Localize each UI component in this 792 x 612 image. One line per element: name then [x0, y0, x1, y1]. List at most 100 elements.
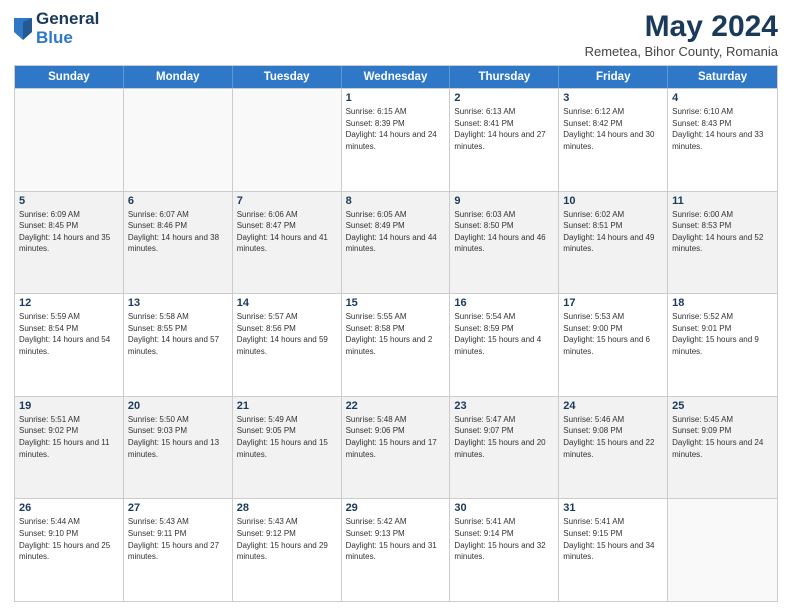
cal-cell-r2-c6: 18 Sunrise: 5:52 AMSunset: 9:01 PMDayligh…	[668, 294, 777, 396]
logo-general: General	[36, 10, 99, 29]
cal-cell-r3-c3: 22 Sunrise: 5:48 AMSunset: 9:06 PMDayligh…	[342, 397, 451, 499]
cal-cell-r1-c2: 7 Sunrise: 6:06 AMSunset: 8:47 PMDaylight…	[233, 192, 342, 294]
cal-cell-r3-c2: 21Sunrise: 5:49 AMSunset: 9:05 PMDayligh…	[233, 397, 342, 499]
day-number: 27	[128, 502, 228, 514]
cal-cell-r3-c4: 23 Sunrise: 5:47 AMSunset: 9:07 PMDayligh…	[450, 397, 559, 499]
day-number: 15	[346, 297, 446, 309]
cal-cell-r0-c2	[233, 89, 342, 191]
day-detail: Sunrise: 5:47 AMSunset: 9:07 PMDaylight:…	[454, 414, 554, 460]
day-number: 11	[672, 195, 773, 207]
header-cell-saturday: Saturday	[668, 66, 777, 88]
header-cell-wednesday: Wednesday	[342, 66, 451, 88]
day-number: 8	[346, 195, 446, 207]
day-number: 22	[346, 400, 446, 412]
day-number: 5	[19, 195, 119, 207]
cal-cell-r4-c6	[668, 499, 777, 601]
cal-cell-r2-c4: 16 Sunrise: 5:54 AMSunset: 8:59 PMDayligh…	[450, 294, 559, 396]
day-detail: Sunrise: 5:50 AMSunset: 9:03 PMDaylight:…	[128, 414, 228, 460]
cal-cell-r4-c2: 28 Sunrise: 5:43 AMSunset: 9:12 PMDayligh…	[233, 499, 342, 601]
day-number: 30	[454, 502, 554, 514]
logo: General Blue	[14, 10, 99, 47]
cal-cell-r3-c6: 25 Sunrise: 5:45 AMSunset: 9:09 PMDayligh…	[668, 397, 777, 499]
logo-text: General Blue	[36, 10, 99, 47]
calendar-header-row: SundayMondayTuesdayWednesdayThursdayFrid…	[15, 66, 777, 88]
day-number: 2	[454, 92, 554, 104]
header-cell-sunday: Sunday	[15, 66, 124, 88]
day-number: 28	[237, 502, 337, 514]
cal-cell-r4-c5: 31 Sunrise: 5:41 AMSunset: 9:15 PMDayligh…	[559, 499, 668, 601]
day-detail: Sunrise: 6:09 AMSunset: 8:45 PMDaylight:…	[19, 209, 119, 255]
logo-icon	[14, 18, 32, 40]
cal-cell-r0-c4: 2 Sunrise: 6:13 AMSunset: 8:41 PMDaylight…	[450, 89, 559, 191]
day-number: 31	[563, 502, 663, 514]
cal-row-3: 19 Sunrise: 5:51 AMSunset: 9:02 PMDayligh…	[15, 396, 777, 499]
day-number: 26	[19, 502, 119, 514]
cal-cell-r2-c3: 15Sunrise: 5:55 AMSunset: 8:58 PMDayligh…	[342, 294, 451, 396]
day-detail: Sunrise: 6:00 AMSunset: 8:53 PMDaylight:…	[672, 209, 773, 255]
cal-cell-r0-c3: 1 Sunrise: 6:15 AMSunset: 8:39 PMDaylight…	[342, 89, 451, 191]
day-detail: Sunrise: 5:52 AMSunset: 9:01 PMDaylight:…	[672, 311, 773, 357]
title-month: May 2024	[585, 10, 778, 44]
day-detail: Sunrise: 5:54 AMSunset: 8:59 PMDaylight:…	[454, 311, 554, 357]
day-number: 16	[454, 297, 554, 309]
day-number: 18	[672, 297, 773, 309]
cal-cell-r4-c1: 27Sunrise: 5:43 AMSunset: 9:11 PMDayligh…	[124, 499, 233, 601]
day-detail: Sunrise: 6:05 AMSunset: 8:49 PMDaylight:…	[346, 209, 446, 255]
day-detail: Sunrise: 6:15 AMSunset: 8:39 PMDaylight:…	[346, 106, 446, 152]
day-detail: Sunrise: 5:41 AMSunset: 9:15 PMDaylight:…	[563, 516, 663, 562]
day-detail: Sunrise: 6:06 AMSunset: 8:47 PMDaylight:…	[237, 209, 337, 255]
day-detail: Sunrise: 5:41 AMSunset: 9:14 PMDaylight:…	[454, 516, 554, 562]
cal-cell-r1-c0: 5 Sunrise: 6:09 AMSunset: 8:45 PMDaylight…	[15, 192, 124, 294]
header-cell-monday: Monday	[124, 66, 233, 88]
cal-cell-r4-c0: 26Sunrise: 5:44 AMSunset: 9:10 PMDayligh…	[15, 499, 124, 601]
calendar-body: 1 Sunrise: 6:15 AMSunset: 8:39 PMDaylight…	[15, 88, 777, 601]
cal-cell-r0-c6: 4Sunrise: 6:10 AMSunset: 8:43 PMDaylight…	[668, 89, 777, 191]
day-detail: Sunrise: 6:10 AMSunset: 8:43 PMDaylight:…	[672, 106, 773, 152]
day-detail: Sunrise: 5:42 AMSunset: 9:13 PMDaylight:…	[346, 516, 446, 562]
calendar: SundayMondayTuesdayWednesdayThursdayFrid…	[14, 65, 778, 602]
header-cell-thursday: Thursday	[450, 66, 559, 88]
day-detail: Sunrise: 6:03 AMSunset: 8:50 PMDaylight:…	[454, 209, 554, 255]
day-number: 21	[237, 400, 337, 412]
cal-row-1: 5 Sunrise: 6:09 AMSunset: 8:45 PMDaylight…	[15, 191, 777, 294]
day-detail: Sunrise: 5:43 AMSunset: 9:12 PMDaylight:…	[237, 516, 337, 562]
day-detail: Sunrise: 6:07 AMSunset: 8:46 PMDaylight:…	[128, 209, 228, 255]
cal-cell-r0-c1	[124, 89, 233, 191]
cal-cell-r3-c1: 20 Sunrise: 5:50 AMSunset: 9:03 PMDayligh…	[124, 397, 233, 499]
day-number: 3	[563, 92, 663, 104]
day-number: 7	[237, 195, 337, 207]
logo-blue: Blue	[36, 29, 99, 48]
day-detail: Sunrise: 5:48 AMSunset: 9:06 PMDaylight:…	[346, 414, 446, 460]
day-number: 12	[19, 297, 119, 309]
day-detail: Sunrise: 6:12 AMSunset: 8:42 PMDaylight:…	[563, 106, 663, 152]
day-detail: Sunrise: 5:57 AMSunset: 8:56 PMDaylight:…	[237, 311, 337, 357]
day-detail: Sunrise: 5:58 AMSunset: 8:55 PMDaylight:…	[128, 311, 228, 357]
cal-cell-r2-c1: 13Sunrise: 5:58 AMSunset: 8:55 PMDayligh…	[124, 294, 233, 396]
day-detail: Sunrise: 5:45 AMSunset: 9:09 PMDaylight:…	[672, 414, 773, 460]
cal-cell-r4-c3: 29 Sunrise: 5:42 AMSunset: 9:13 PMDayligh…	[342, 499, 451, 601]
day-number: 6	[128, 195, 228, 207]
day-detail: Sunrise: 5:51 AMSunset: 9:02 PMDaylight:…	[19, 414, 119, 460]
day-detail: Sunrise: 6:02 AMSunset: 8:51 PMDaylight:…	[563, 209, 663, 255]
day-number: 29	[346, 502, 446, 514]
day-detail: Sunrise: 6:13 AMSunset: 8:41 PMDaylight:…	[454, 106, 554, 152]
day-number: 19	[19, 400, 119, 412]
cal-cell-r0-c0	[15, 89, 124, 191]
cal-cell-r4-c4: 30 Sunrise: 5:41 AMSunset: 9:14 PMDayligh…	[450, 499, 559, 601]
cal-row-4: 26Sunrise: 5:44 AMSunset: 9:10 PMDayligh…	[15, 498, 777, 601]
day-number: 10	[563, 195, 663, 207]
day-number: 20	[128, 400, 228, 412]
day-number: 1	[346, 92, 446, 104]
day-detail: Sunrise: 5:46 AMSunset: 9:08 PMDaylight:…	[563, 414, 663, 460]
day-number: 25	[672, 400, 773, 412]
day-number: 14	[237, 297, 337, 309]
day-number: 23	[454, 400, 554, 412]
cal-row-2: 12Sunrise: 5:59 AMSunset: 8:54 PMDayligh…	[15, 293, 777, 396]
cal-cell-r1-c3: 8 Sunrise: 6:05 AMSunset: 8:49 PMDaylight…	[342, 192, 451, 294]
header-cell-tuesday: Tuesday	[233, 66, 342, 88]
cal-row-0: 1 Sunrise: 6:15 AMSunset: 8:39 PMDaylight…	[15, 88, 777, 191]
day-detail: Sunrise: 5:53 AMSunset: 9:00 PMDaylight:…	[563, 311, 663, 357]
cal-cell-r3-c0: 19 Sunrise: 5:51 AMSunset: 9:02 PMDayligh…	[15, 397, 124, 499]
cal-cell-r1-c5: 10 Sunrise: 6:02 AMSunset: 8:51 PMDayligh…	[559, 192, 668, 294]
cal-cell-r1-c4: 9Sunrise: 6:03 AMSunset: 8:50 PMDaylight…	[450, 192, 559, 294]
